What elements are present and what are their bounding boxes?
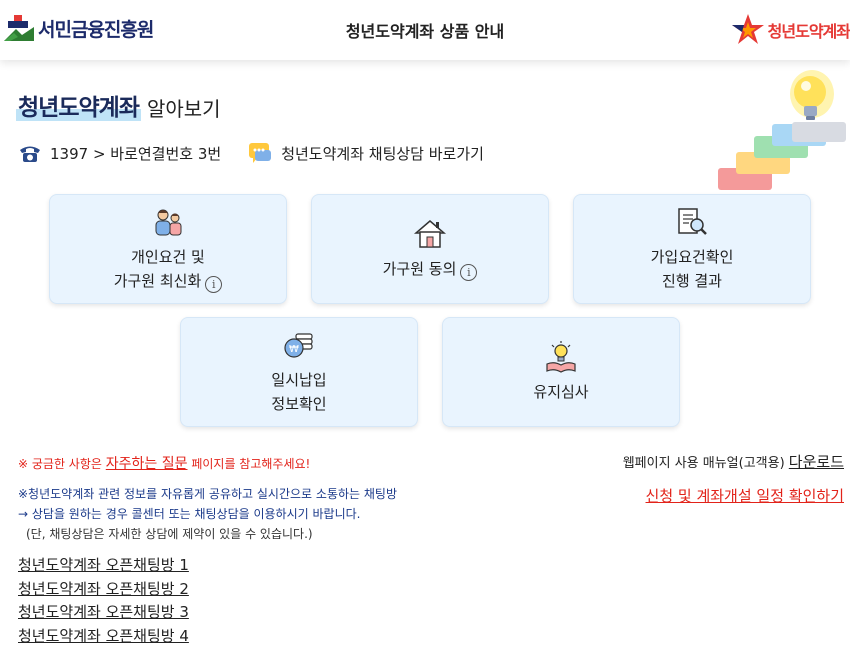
card-lump-sum-payment[interactable]: ₩ 일시납입 정보확인 [180,317,418,427]
youth-account-logo[interactable]: 청년도약계좌 [730,12,850,48]
document-search-icon [678,208,707,235]
coin-stack-icon: ₩ [284,333,313,358]
manual-download-link[interactable]: 다운로드 [789,453,844,471]
notice-line-2: → 상담을 원하는 경우 콜센터 또는 채팅상담을 이용하시기 바랍니다. [18,507,361,521]
manual-download: 웹페이지 사용 매뉴얼(고객용) 다운로드 [622,453,844,471]
card-label: 가입요건확인 진행 결과 [650,248,734,290]
faq-note: ※ 궁금한 사항은 자주하는 질문 페이지를 참고해주세요! [18,456,311,472]
info-icon[interactable]: i [460,264,478,281]
card-personal-requirements[interactable]: 개인요건 및 가구원 최신화 i [49,194,287,304]
phone-number-text: 1397 > 바로연결번호 3번 [50,144,222,163]
top-header: 서민금융진흥원 청년도약계좌 상품 안내 청년도약계좌 [0,0,850,60]
faq-link[interactable]: 자주하는 질문 [106,456,188,472]
page-title-main: 청년도약계좌 [16,95,141,121]
family-icon [155,209,182,236]
card-label: 개인요건 및 가구원 최신화 i [114,245,223,293]
svg-text:₩: ₩ [289,344,299,355]
lightbulb-stairs-illustration [718,70,846,190]
phone-icon [20,146,40,162]
star-logo-icon [731,14,764,44]
info-icon[interactable]: i [205,276,223,293]
notice-line-3: (단, 채팅상담은 자세한 상담에 제약이 있을 수 있습니다.) [26,527,313,541]
open-chat-link-1[interactable]: 청년도약계좌 오픈채팅방 1 [18,554,189,578]
page-title-sub: 알아보기 [146,97,221,121]
chat-bubble-icon [249,143,272,163]
header-title: 청년도약계좌 상품 안내 [345,22,505,41]
youth-account-logo-text: 청년도약계좌 [767,22,850,41]
schedule-link[interactable]: 신청 및 계좌개설 일정 확인하기 [646,485,844,506]
chat-consult-link[interactable]: 청년도약계좌 채팅상담 바로가기 [281,143,484,164]
page-title: 청년도약계좌 알아보기 [16,88,221,122]
card-maintenance-review[interactable]: 유지심사 [442,317,680,427]
card-label: 가구원 동의 i [383,257,478,281]
card-eligibility-result[interactable]: 가입요건확인 진행 결과 [573,194,811,304]
contact-row: 1397 > 바로연결번호 3번 청년도약계좌 채팅상담 바로가기 [18,141,484,165]
open-chat-link-4[interactable]: 청년도약계좌 오픈채팅방 4 [18,625,189,649]
chat-notice: ※청년도약계좌 관련 정보를 자유롭게 공유하고 실시간으로 소통하는 채팅방 … [18,484,397,544]
notice-line-1: ※청년도약계좌 관련 정보를 자유롭게 공유하고 실시간으로 소통하는 채팅방 [18,487,397,501]
lightbulb-book-icon [546,341,576,373]
open-chat-list: 청년도약계좌 오픈채팅방 1 청년도약계좌 오픈채팅방 2 청년도약계좌 오픈채… [18,554,189,648]
card-label: 유지심사 [533,383,589,401]
open-chat-link-3[interactable]: 청년도약계좌 오픈채팅방 3 [18,601,189,625]
card-household-consent[interactable]: 가구원 동의 i [311,194,549,304]
card-label: 일시납입 정보확인 [271,371,327,413]
house-icon [413,220,447,248]
open-chat-link-2[interactable]: 청년도약계좌 오픈채팅방 2 [18,578,189,602]
